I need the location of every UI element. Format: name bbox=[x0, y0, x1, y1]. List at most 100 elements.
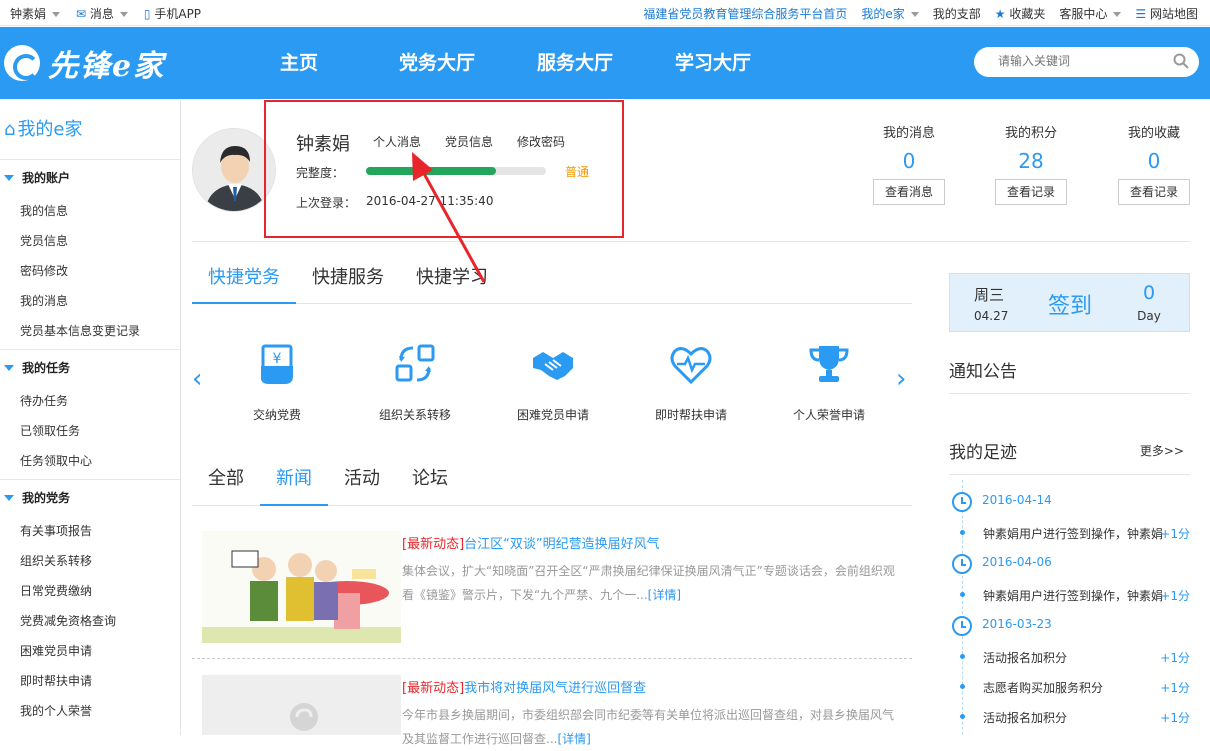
notice-title: 通知公告 bbox=[949, 357, 1190, 394]
timeline-item-text: 钟素娟用户进行签到操作，钟素娟 bbox=[983, 527, 1163, 541]
tab-news[interactable]: 新闻 bbox=[260, 456, 328, 506]
news-thumbnail[interactable] bbox=[202, 675, 401, 735]
quick-item-hardship[interactable]: 困难党员申请 bbox=[498, 340, 608, 423]
quick-item-transfer[interactable]: 组织关系转移 bbox=[360, 340, 470, 423]
highlight-box bbox=[264, 100, 624, 238]
triangle-down-icon bbox=[4, 175, 14, 181]
timeline-item-points: +1分 bbox=[1160, 589, 1190, 603]
star-icon: ★ bbox=[994, 7, 1006, 21]
chevron-left-icon[interactable]: ‹ bbox=[192, 364, 202, 394]
tab-all[interactable]: 全部 bbox=[192, 456, 260, 506]
quick-item-label: 即时帮扶申请 bbox=[654, 408, 727, 422]
sign-in-days: 0 bbox=[1142, 282, 1156, 304]
news-detail-link[interactable]: [详情] bbox=[648, 588, 681, 602]
sitemap-link[interactable]: ☰ 网站地图 bbox=[1135, 5, 1198, 22]
timeline-item-text: 活动报名加积分 bbox=[983, 711, 1068, 725]
nav-party-affairs[interactable]: 党务大厅 bbox=[368, 27, 506, 99]
news-detail-link[interactable]: [详情] bbox=[557, 732, 590, 746]
quick-item-honor[interactable]: 个人荣誉申请 bbox=[774, 340, 884, 423]
stat-label: 我的消息 bbox=[882, 126, 935, 141]
sidebar-item-todo[interactable]: 待办任务 bbox=[0, 386, 180, 416]
sidebar-item-member-info[interactable]: 党员信息 bbox=[0, 226, 180, 256]
tab-quick-service[interactable]: 快捷服务 bbox=[296, 256, 400, 304]
timeline-date: 2016-03-23 bbox=[949, 614, 1190, 636]
news-thumbnail[interactable] bbox=[202, 531, 401, 643]
chevron-down-icon bbox=[52, 12, 61, 17]
timeline-date-text: 2016-04-06 bbox=[982, 555, 1052, 569]
section-title: 我的账户 bbox=[22, 171, 71, 185]
site-logo[interactable]: 先锋e家 bbox=[4, 41, 165, 85]
sidebar-item-honor[interactable]: 我的个人荣誉 bbox=[0, 696, 180, 726]
timeline-date: 2016-04-14 bbox=[949, 490, 1190, 512]
my-ejia-menu[interactable]: 我的e家 bbox=[861, 5, 919, 22]
my-branch-link[interactable]: 我的支部 bbox=[933, 5, 981, 22]
service-center-menu[interactable]: 客服中心 bbox=[1059, 5, 1122, 22]
search-box bbox=[974, 47, 1199, 77]
news-cartoon-image bbox=[202, 531, 401, 643]
tab-quick-party[interactable]: 快捷党务 bbox=[192, 256, 296, 304]
timeline-item-points: +1分 bbox=[1160, 711, 1190, 725]
service-center-label: 客服中心 bbox=[1059, 7, 1108, 21]
sign-in-button[interactable]: 签到 bbox=[1048, 288, 1092, 320]
tab-activities[interactable]: 活动 bbox=[328, 456, 396, 506]
user-menu[interactable]: 钟素娟 bbox=[10, 5, 61, 22]
timeline-item-text: 志愿者购买加服务积分 bbox=[983, 681, 1104, 695]
view-messages-button[interactable]: 查看消息 bbox=[873, 179, 945, 205]
news-summary-text: 今年市县乡换届期间，市委组织部会同市纪委等有关单位将派出巡回督查组，对县乡换届风… bbox=[402, 708, 895, 746]
sidebar-item-dues-exempt[interactable]: 党费减免资格查询 bbox=[0, 606, 180, 636]
tab-forum[interactable]: 论坛 bbox=[396, 456, 464, 506]
sidebar-item-dues[interactable]: 日常党费缴纳 bbox=[0, 576, 180, 606]
sign-in-days-label: Day bbox=[1137, 309, 1161, 323]
sidebar-item-my-info[interactable]: 我的信息 bbox=[0, 196, 180, 226]
placeholder-logo-icon bbox=[202, 675, 401, 735]
mobile-app-link[interactable]: ▯ 手机APP bbox=[144, 5, 201, 22]
nav-home[interactable]: 主页 bbox=[230, 27, 368, 99]
sidebar-section-party[interactable]: 我的党务 bbox=[0, 480, 180, 516]
nav-study-hall[interactable]: 学习大厅 bbox=[644, 27, 782, 99]
chevron-right-icon[interactable]: › bbox=[896, 364, 906, 394]
sidebar-item-change-log[interactable]: 党员基本信息变更记录 bbox=[0, 316, 180, 346]
portal-home-link[interactable]: 福建省党员教育管理综合服务平台首页 bbox=[643, 5, 847, 22]
search-icon[interactable] bbox=[1173, 53, 1189, 69]
messages-menu[interactable]: ✉ 消息 bbox=[76, 5, 128, 22]
sidebar-section-account[interactable]: 我的账户 bbox=[0, 160, 180, 196]
timeline-item-points: +1分 bbox=[1160, 527, 1190, 541]
nav-service-hall[interactable]: 服务大厅 bbox=[506, 27, 644, 99]
timeline-dot bbox=[960, 714, 965, 719]
footprint-more-link[interactable]: 更多>> bbox=[1140, 442, 1184, 459]
quick-item-pay-dues[interactable]: ¥ 交纳党费 bbox=[222, 340, 332, 423]
triangle-down-icon bbox=[4, 495, 14, 501]
tab-quick-study[interactable]: 快捷学习 bbox=[400, 256, 504, 304]
sidebar-item-assist[interactable]: 即时帮扶申请 bbox=[0, 666, 180, 696]
news-title[interactable]: [最新动态]我市将对换届风气进行巡回督查 bbox=[402, 677, 646, 696]
quick-item-assist[interactable]: 即时帮扶申请 bbox=[636, 340, 746, 423]
heart-pulse-icon bbox=[670, 347, 712, 385]
favorites-link[interactable]: ★ 收藏夹 bbox=[995, 5, 1046, 22]
view-points-button[interactable]: 查看记录 bbox=[995, 179, 1067, 205]
news-title[interactable]: [最新动态]台江区“双谈”明纪营造换届好风气 bbox=[402, 533, 660, 552]
chevron-down-icon bbox=[910, 12, 919, 17]
sidebar-item-password[interactable]: 密码修改 bbox=[0, 256, 180, 286]
home-icon: ⌂ bbox=[4, 118, 16, 140]
view-favorites-button[interactable]: 查看记录 bbox=[1118, 179, 1190, 205]
main-header: 先锋e家 主页 党务大厅 服务大厅 学习大厅 bbox=[0, 27, 1210, 99]
sidebar-item-report[interactable]: 有关事项报告 bbox=[0, 516, 180, 546]
news-divider bbox=[192, 658, 912, 659]
timeline-item: 活动报名加积分 +1分 bbox=[949, 706, 1190, 728]
sidebar-section-tasks[interactable]: 我的任务 bbox=[0, 350, 180, 386]
sidebar-item-claimed[interactable]: 已领取任务 bbox=[0, 416, 180, 446]
timeline-dot bbox=[960, 654, 965, 659]
weekday: 周三 bbox=[974, 286, 1005, 304]
news-tag: [最新动态] bbox=[402, 537, 465, 552]
sidebar-title-label: 我的e家 bbox=[17, 118, 83, 140]
sidebar-item-task-center[interactable]: 任务领取中心 bbox=[0, 446, 180, 476]
sidebar-title[interactable]: ⌂ 我的e家 bbox=[0, 100, 180, 160]
footprint-title: 我的足迹 bbox=[949, 443, 1017, 463]
sidebar-item-my-messages[interactable]: 我的消息 bbox=[0, 286, 180, 316]
sidebar-item-hardship[interactable]: 困难党员申请 bbox=[0, 636, 180, 666]
sitemap-label: 网站地图 bbox=[1149, 7, 1198, 21]
search-input[interactable] bbox=[998, 54, 1158, 68]
sidebar-item-transfer[interactable]: 组织关系转移 bbox=[0, 546, 180, 576]
top-bar: 钟素娟 ✉ 消息 ▯ 手机APP 福建省党员教育管理综合服务平台首页 我的e家 … bbox=[0, 0, 1210, 26]
quick-tabs: 快捷党务 快捷服务 快捷学习 bbox=[192, 256, 912, 304]
